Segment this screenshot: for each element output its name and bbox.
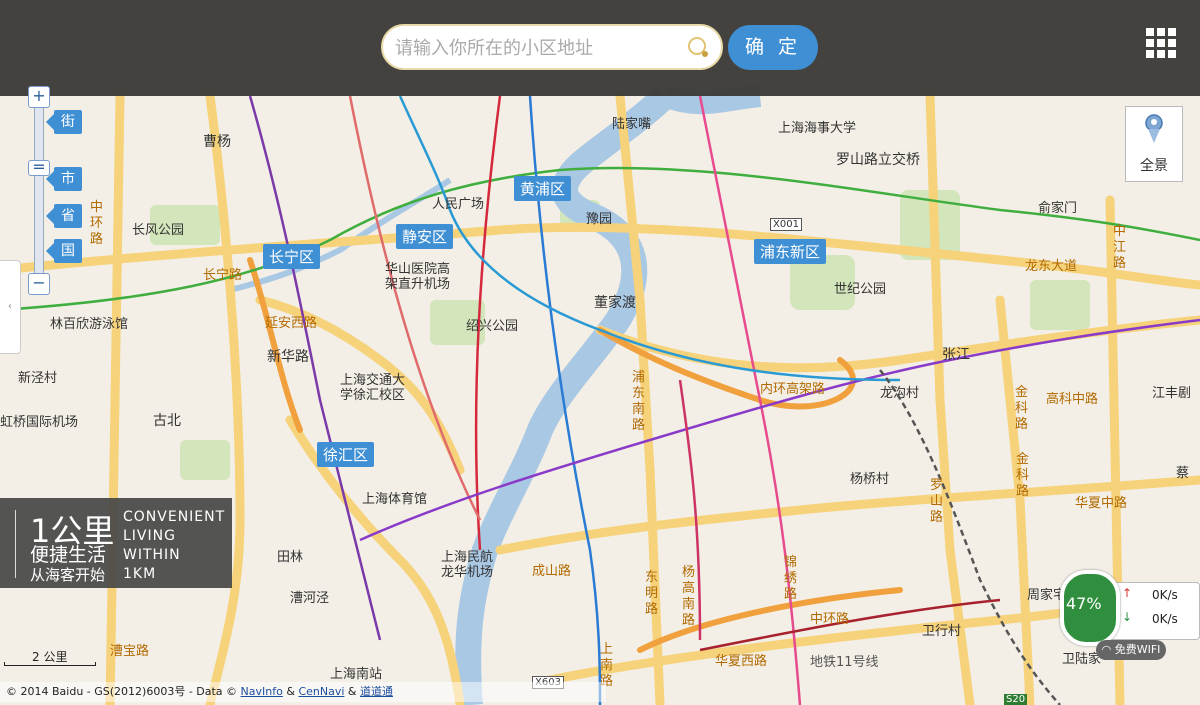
promo-mid-text: 便捷生活 [30,544,107,566]
map-scale: 2 公里 [4,648,96,668]
promo-en-line: CONVENIENT [123,509,226,525]
wifi-percent: 47% [1066,594,1102,613]
scale-bar [4,662,96,666]
promo-divider [15,510,16,578]
download-arrow-icon: ↓ [1122,610,1133,624]
upload-speed: 0K/s [1152,588,1178,602]
download-speed: 0K/s [1152,612,1178,626]
upload-arrow-icon: ↑ [1122,586,1133,600]
wifi-speed-widget[interactable]: 47% ↑ 0K/s ↓ 0K/s ◠ 免费WIFI [1060,570,1200,660]
free-wifi-label: 免费WIFI [1114,643,1161,656]
copyright-sep: & [344,685,360,698]
wifi-icon: ◠ [1101,643,1112,656]
pegman-icon [1145,114,1163,143]
navinfo-link[interactable]: NavInfo [241,685,283,698]
district-badge-xuhui[interactable]: 徐汇区 [317,442,375,467]
promo-banner: 1公里 便捷生活 从海客开始 CONVENIENT LIVING WITHIN … [0,498,232,588]
zoom-level-street[interactable]: 街 [46,110,82,134]
daodaotong-link[interactable]: 道道通 [360,685,393,698]
address-search-input[interactable] [393,34,677,62]
zoom-level-province[interactable]: 省 [46,204,82,228]
promo-en-line: 1KM [123,566,157,582]
promo-english-text: CONVENIENT LIVING WITHIN 1KM [123,508,225,584]
map-canvas[interactable] [0,0,1200,705]
free-wifi-badge[interactable]: ◠ 免费WIFI [1096,640,1166,660]
district-badge-jingan[interactable]: 静安区 [396,224,454,249]
promo-small-text: 从海客开始 [30,566,106,584]
side-panel-toggle[interactable]: ‹ [0,260,21,354]
panorama-button[interactable]: 全景 [1125,106,1183,182]
search-icon[interactable] [687,36,709,58]
district-badge-changning[interactable]: 长宁区 [263,244,321,269]
panorama-label: 全景 [1140,158,1168,174]
zoom-out-button[interactable]: − [28,273,50,295]
map-copyright: © 2014 Baidu - GS(2012)6003号 - Data © Na… [0,682,606,702]
district-badge-huangpu[interactable]: 黄浦区 [514,176,572,201]
confirm-button[interactable]: 确 定 [728,25,818,70]
zoom-in-button[interactable]: + [28,86,50,108]
grid-menu-icon[interactable] [1146,28,1176,58]
copyright-sep: & [282,685,299,698]
zoom-slider-track[interactable] [34,96,44,288]
cennavi-link[interactable]: CenNavi [298,685,344,698]
promo-en-line: WITHIN [123,547,181,563]
copyright-text: © 2014 Baidu - GS(2012)6003号 - Data © [6,685,241,698]
zoom-level-country[interactable]: 国 [46,239,82,263]
address-search-box[interactable] [381,24,723,70]
district-badge-pudong[interactable]: 浦东新区 [754,239,827,264]
zoom-level-city[interactable]: 市 [46,167,82,191]
promo-en-line: LIVING [123,528,176,544]
